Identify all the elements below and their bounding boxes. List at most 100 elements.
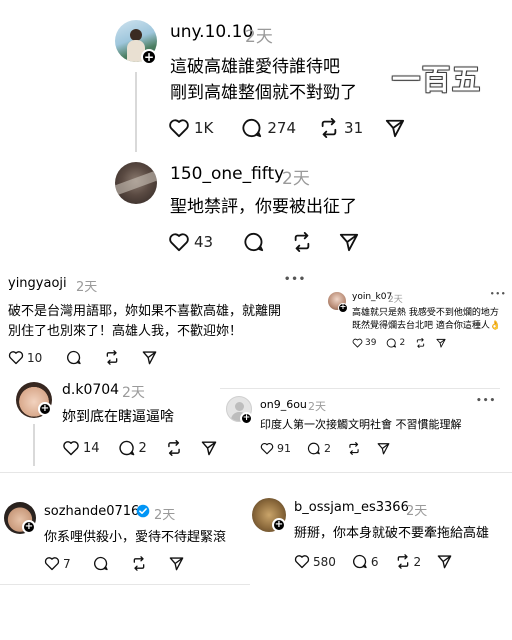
like-button[interactable]: 39 [352,338,376,348]
post-b-ossjam-es3366: + b_ossjam_es3366 2天 掰掰，你本身就破不要牽拖給高雄 580… [248,492,510,580]
share-button[interactable] [201,440,217,456]
username[interactable]: sozhande0716 [44,504,139,519]
repost-icon [321,118,337,138]
thread-line [135,72,137,152]
comment-icon [118,440,134,456]
more-options-icon[interactable]: ••• [476,396,496,406]
share-button[interactable] [142,350,157,365]
like-count: 91 [277,442,291,455]
more-options-icon[interactable]: ••• [284,274,306,285]
comment-button[interactable] [93,556,109,571]
comment-button[interactable]: 2 [307,442,331,455]
comment-icon [67,350,81,365]
share-button[interactable] [169,556,184,571]
follow-plus-icon[interactable]: + [141,49,157,65]
share-button[interactable] [377,442,390,455]
verified-badge-icon [136,504,150,518]
timestamp: 2天 [245,27,273,47]
share-button[interactable] [385,118,405,138]
post-text-line: 你系哩供殺小，愛待不待趕緊滾 [44,530,227,545]
repost-button[interactable]: 31 [318,118,363,138]
comment-button[interactable]: 2 [386,338,405,348]
repost-button[interactable] [165,440,183,456]
repost-button[interactable] [291,232,313,252]
like-button[interactable]: 1K [168,118,213,138]
action-bar: 14 2 [62,440,217,456]
repost-button[interactable]: 2 [395,554,422,569]
divider [220,388,500,389]
username[interactable]: b_ossjam_es3366 [294,500,409,515]
comment-button[interactable]: 274 [241,118,296,138]
repost-button[interactable] [104,350,120,365]
like-button[interactable]: 10 [8,350,42,365]
like-button[interactable]: 14 [62,440,100,456]
send-icon [340,233,359,252]
repost-icon [397,554,408,569]
post-text-line: 既然覺得爛去台北吧 適合你這種人👌 [352,321,502,331]
username[interactable]: 150_one_fifty [170,164,284,184]
share-button[interactable] [436,338,446,348]
timestamp: 2天 [154,508,176,523]
post-text-line: 破不是台灣用語耶，妳如果不喜歡高雄，就離開 [8,304,282,319]
send-icon [436,338,446,348]
timestamp: 2天 [308,400,326,413]
divider [0,472,512,473]
follow-plus-icon[interactable]: + [272,518,286,532]
comment-icon [352,554,367,569]
divider [0,584,250,585]
comment-button[interactable] [66,350,82,365]
send-icon [201,441,217,456]
username[interactable]: yingyaoji [8,276,67,291]
repost-icon [349,442,359,455]
timestamp: 2天 [76,280,98,295]
like-button[interactable]: 580 [294,554,336,569]
comment-count: 2 [399,338,406,348]
like-count: 43 [194,233,214,251]
comment-icon [93,556,108,571]
repost-button[interactable] [347,442,361,455]
repost-button[interactable] [131,556,147,571]
like-button[interactable]: 91 [260,442,291,455]
post-text-line: 印度人第一次接觸文明社會 不習慣能理解 [260,418,462,431]
timestamp: 2天 [388,295,403,305]
repost-button[interactable] [415,338,426,348]
post-yoin-k07: + yoin_k07 2天 ••• 高雄就只是熱 我感受不到他爛的地方 既然覺得… [322,288,510,354]
post-150-one-fifty: 150_one_fifty 2天 聖地禁評，你要被出征了 43 [110,152,410,264]
like-button[interactable]: 7 [44,556,71,571]
avatar[interactable] [115,162,157,204]
more-options-icon[interactable]: ••• [490,290,506,298]
comment-icon [242,118,262,138]
send-icon [377,443,390,455]
repost-count: 2 [413,554,422,569]
comment-icon [387,338,397,348]
username[interactable]: on9_6ou [260,398,307,411]
like-count: 7 [63,556,71,571]
heart-icon [169,119,189,138]
follow-plus-icon[interactable]: + [240,412,253,425]
comment-count: 2 [138,440,147,456]
post-d-k0704: + d.k0704 2天 妳到底在瞎逼逼啥 14 2 [12,376,238,468]
follow-plus-icon[interactable]: + [38,402,52,416]
heart-icon [169,233,189,252]
comment-button[interactable]: 6 [352,554,379,569]
comment-button[interactable] [243,232,265,252]
follow-plus-icon[interactable]: + [22,520,36,534]
action-bar: 10 [8,350,157,365]
like-button[interactable]: 43 [168,232,213,252]
share-button[interactable] [437,554,452,569]
share-button[interactable] [339,232,359,252]
post-text-line: 妳到底在瞎逼逼啥 [62,409,174,425]
comment-icon [307,442,320,455]
comment-count: 274 [267,119,297,137]
follow-plus-icon[interactable]: + [338,303,348,313]
username[interactable]: yoin_k07 [352,292,392,302]
comment-count: 2 [324,442,331,455]
repost-count: 31 [344,119,364,137]
send-icon [386,119,405,138]
post-text-line: 這破高雄誰愛待誰待吧 [170,57,340,77]
username[interactable]: uny.10.10 [170,22,253,42]
post-yingyaoji: yingyaoji 2天 ••• 破不是台灣用語耶，妳如果不喜歡高雄，就離開 別… [0,270,318,374]
heart-icon [260,442,274,455]
comment-button[interactable]: 2 [118,440,147,456]
username[interactable]: d.k0704 [62,382,119,398]
